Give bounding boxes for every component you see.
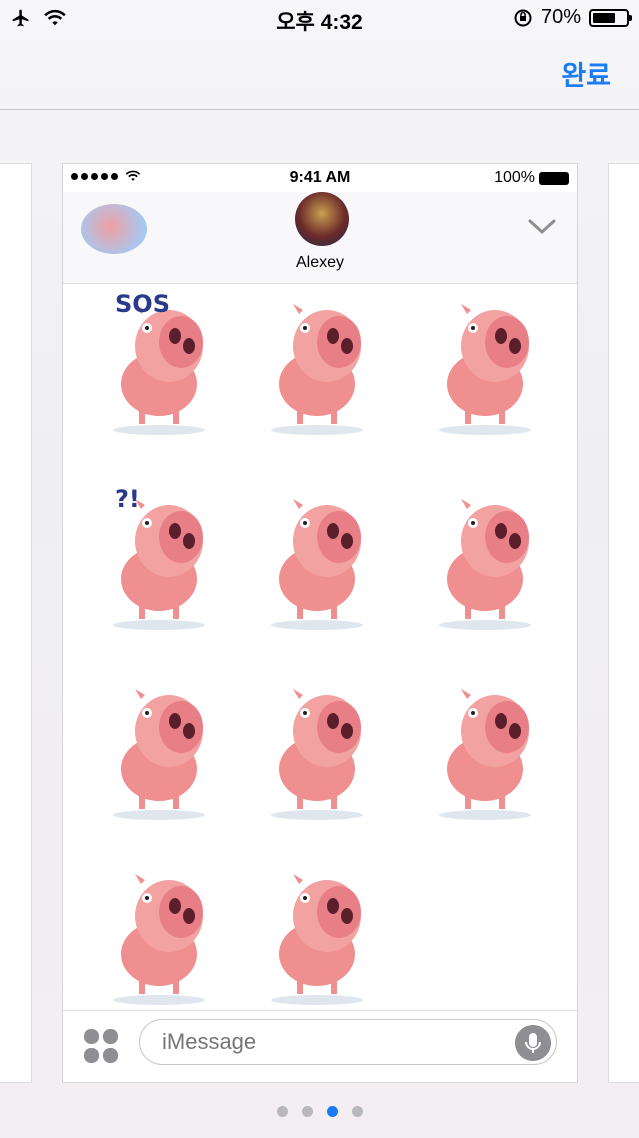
- sticker-pig-angel[interactable]: [407, 284, 557, 444]
- chevron-down-icon[interactable]: [527, 212, 557, 242]
- next-screenshot-card[interactable]: [608, 163, 639, 1083]
- imessage-input[interactable]: [139, 1019, 557, 1065]
- sticker-app-icon[interactable]: [81, 204, 147, 254]
- page-dot[interactable]: [301, 1106, 313, 1117]
- page-indicator: [0, 1106, 639, 1117]
- sticker-pig-mariachi[interactable]: [81, 854, 231, 1014]
- previous-screenshot-card[interactable]: [0, 163, 32, 1083]
- top-toolbar: 완료: [0, 36, 639, 110]
- sticker-pig-walrus[interactable]: [407, 479, 557, 639]
- conversation-header: Alexey: [63, 192, 577, 284]
- microphone-icon[interactable]: [515, 1025, 551, 1061]
- battery-percent: 70%: [540, 6, 581, 28]
- sticker-caption: ?!: [115, 485, 140, 513]
- preview-battery-percent: 100%: [494, 169, 535, 186]
- status-bar: 오후 4:32 70%: [0, 0, 639, 36]
- done-button[interactable]: 완료: [561, 54, 611, 93]
- rotation-lock-icon: [514, 9, 532, 26]
- contact-name: Alexey: [295, 254, 345, 271]
- screenshot-preview-card[interactable]: 9:41 AM 100% Alexey SOS?!: [62, 163, 578, 1083]
- battery-icon: [589, 8, 632, 27]
- page-dot[interactable]: [326, 1106, 338, 1117]
- message-input-bar: [63, 1010, 577, 1082]
- sticker-pig-pizza[interactable]: [407, 669, 557, 829]
- sticker-pig-yoga[interactable]: [81, 669, 231, 829]
- avatar[interactable]: [295, 192, 349, 246]
- sticker-caption: SOS: [115, 290, 170, 318]
- apps-icon[interactable]: [83, 1028, 119, 1064]
- sticker-pig-armchair[interactable]: [239, 284, 389, 444]
- battery-icon: [539, 171, 569, 185]
- sticker-pig-angry[interactable]: [239, 479, 389, 639]
- sticker-pig-sos[interactable]: SOS: [81, 284, 231, 444]
- sticker-pig-confused[interactable]: ?!: [81, 479, 231, 639]
- preview-status-bar: 9:41 AM 100%: [63, 164, 577, 192]
- page-dot[interactable]: [276, 1106, 288, 1117]
- page-dot[interactable]: [351, 1106, 363, 1117]
- sticker-pig-medal[interactable]: [239, 854, 389, 1014]
- sticker-pig-rollerskates[interactable]: [239, 669, 389, 829]
